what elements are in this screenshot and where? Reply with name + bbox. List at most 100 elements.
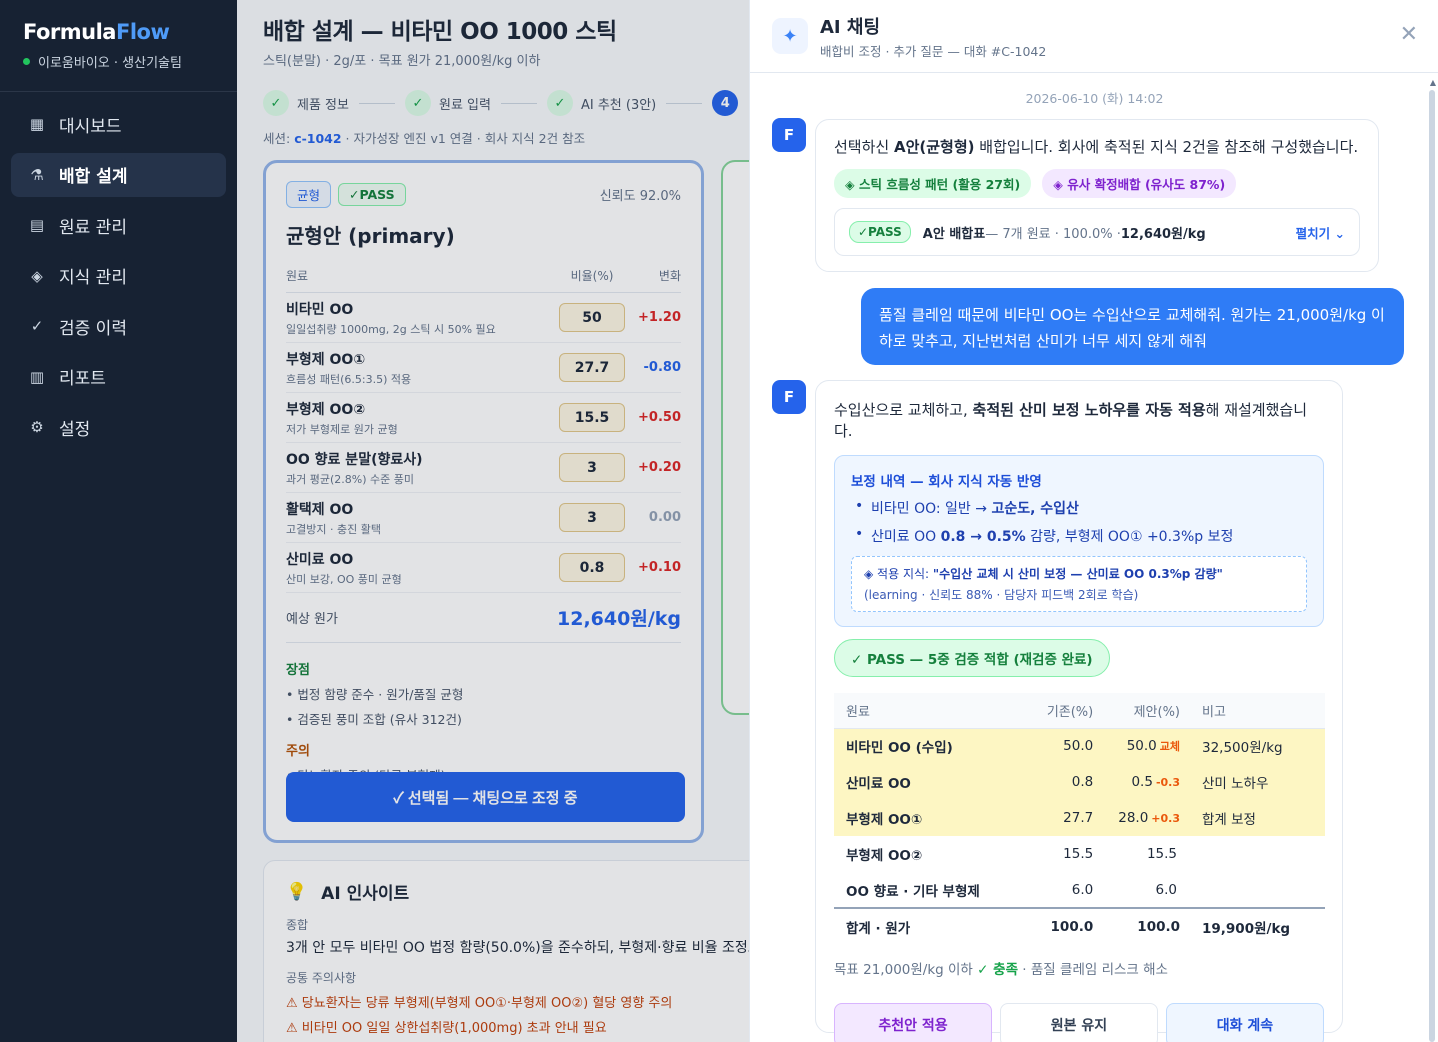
text-segment: 배합입니다. 회사에 축적된 지식 2건을 참조해 구성했습니다. (974, 138, 1359, 156)
gear-icon: ⚙ (30, 418, 44, 436)
table-header-row: 원료 기존(%) 제안(%) 비고 (834, 693, 1325, 729)
expand-button[interactable]: 펼치기 ⌄ (1296, 223, 1345, 242)
cell-previous: 0.8 (1030, 764, 1094, 800)
formula-cost: 12,640원/kg (1120, 226, 1206, 242)
table-row: 부형제 OO② 15.5 15.5 (834, 836, 1325, 872)
knowledge-title: ◈ 적용 지식: "수입산 교체 시 산미 보정 — 산미료 OO 0.3%p … (864, 565, 1294, 582)
bar-chart-icon: ▥ (29, 367, 45, 386)
message-text: 수입산으로 교체하고, 축적된 산미 보정 노하우를 자동 적용해 재설계했습니… (834, 399, 1324, 441)
sidebar-item-label: 설정 (59, 419, 91, 440)
chat-timestamp: 2026-06-10 (화) 14:02 (1025, 91, 1164, 106)
adjustment-item: 비타민 OO: 일반 → 고순도, 수입산 (851, 498, 1307, 518)
cell-proposed: 6.0 (1093, 872, 1190, 908)
sidebar-item-label: 지식 관리 (59, 268, 127, 288)
goal-ok: ✓ 충족 (977, 962, 1019, 978)
table-row: 부형제 OO① 27.7 28.0 +0.3 합계 보정 (834, 800, 1325, 836)
sidebar-item-materials[interactable]: ▤ 원료 관리 (11, 203, 226, 247)
total-previous: 100.0 (1030, 907, 1094, 944)
sidebar-item-formula-design[interactable]: ⚗ 배합 설계 (11, 152, 226, 197)
sidebar-nav: ▦ 대시보드 ⚗ 배합 설계 ▤ 원료 관리 ◈ 지식 관리 ✓ 검증 이력 ▥ 리포트 ⚙… (0, 92, 237, 466)
proposed-value: 28.0 (1118, 810, 1149, 826)
applied-knowledge[interactable]: ◈ 적용 지식: "수입산 교체 시 산미 보정 — 산미료 OO 0.3%p … (851, 556, 1307, 612)
adjustment-item: 산미료 OO 0.8 → 0.5% 감량, 부형제 OO① +0.3%p 보정 (851, 526, 1307, 546)
sidebar-item-label: 검증 이력 (59, 318, 127, 339)
scrollbar[interactable] (1429, 90, 1435, 1042)
th-note: 비고 (1190, 693, 1325, 729)
sidebar-item-knowledge[interactable]: ◈ 지식 관리 (11, 254, 226, 298)
proposed-value: 15.5 (1146, 846, 1177, 862)
check-icon: ✓ (30, 317, 44, 335)
adjustment-title: 보정 내역 — 회사 지식 자동 반영 (851, 474, 1042, 490)
th-proposed: 제안(%) (1093, 693, 1190, 729)
formula-summary[interactable]: ✓PASS A안 배합표 — 7개 원료 · 100.0% · 12,640원/… (834, 208, 1360, 256)
grid-icon: ▦ (29, 115, 45, 133)
text-segment: 감량, 부형제 OO① +0.3%p 보정 (1025, 529, 1234, 545)
text-segment: 목표 21,000원/kg 이하 (834, 962, 978, 978)
keep-original-button[interactable]: 원본 유지 (1000, 1003, 1158, 1042)
app-logo[interactable]: FormulaFlow (23, 20, 214, 44)
proposed-value: 50.0 (1126, 738, 1157, 755)
ai-chat-panel: ✦ AI 채팅 배합비 조정 · 추가 질문 — 대화 #C-1042 ✕ ▲ … (749, 0, 1438, 1042)
sidebar-item-settings[interactable]: ⚙ 설정 (11, 405, 226, 449)
text-segment: 비타민 OO: 일반 → (871, 501, 992, 517)
action-buttons: 추천안 적용 원본 유지 대화 계속 (834, 1003, 1324, 1042)
text-bold: 고순도, 수입산 (991, 501, 1079, 517)
flask-icon: ⚗ (30, 165, 44, 184)
sidebar-item-label: 대시보드 (59, 116, 122, 137)
chat-subtitle: 배합비 조정 · 추가 질문 — 대화 #C-1042 (820, 43, 1047, 59)
th-previous: 기존(%) (1030, 693, 1094, 729)
goal-status: 목표 21,000원/kg 이하 ✓ 충족 · 품질 클레임 리스크 해소 (834, 958, 1324, 978)
list-icon: ▤ (29, 216, 45, 234)
scroll-up-icon[interactable]: ▲ (1430, 78, 1436, 87)
validation-pass-badge: ✓ PASS — 5중 검증 적합 (재검증 완료) (834, 639, 1110, 677)
text-bold: 축적된 산미 보정 노하우를 자동 적용 (972, 401, 1206, 419)
formula-name: A안 배합표 (922, 226, 986, 242)
cell-note (1190, 872, 1325, 908)
sidebar-item-validation[interactable]: ✓ 검증 이력 (11, 304, 226, 348)
ai-message-2: 수입산으로 교체하고, 축적된 산미 보정 노하우를 자동 적용해 재설계했습니… (815, 380, 1343, 1042)
formula-meta: — 7개 원료 · 100.0% · (985, 226, 1121, 242)
text-segment: ◈ 적용 지식: (864, 567, 933, 581)
table-body: 비타민 OO (수입) 50.0 50.0 교체 32,500원/kg 산미료 OO… (834, 728, 1325, 944)
cell-note: 32,500원/kg (1190, 728, 1325, 764)
table-total-row: 합계 · 원가 100.0 100.0 19,900원/kg (834, 907, 1325, 944)
cell-note: 합계 보정 (1190, 800, 1325, 836)
cell-note (1190, 836, 1325, 872)
cell-previous: 50.0 (1030, 728, 1094, 764)
knowledge-chip[interactable]: ◈ 유사 확정배합 (유사도 87%) (1042, 169, 1237, 198)
message-text: 선택하신 A안(균형형) 배합입니다. 회사에 축적된 지식 2건을 참조해 구… (834, 136, 1360, 157)
cell-previous: 27.7 (1030, 800, 1094, 836)
cell-previous: 15.5 (1063, 846, 1094, 862)
text-segment: 수입산으로 교체하고, (834, 401, 973, 419)
modal-backdrop[interactable] (237, 0, 749, 1042)
text-bold: A안(균형형) (893, 138, 975, 156)
cell-material: 산미료 OO (834, 764, 1031, 800)
sidebar-item-label: 리포트 (59, 369, 106, 389)
cell-proposed: 28.0 +0.3 (1093, 800, 1190, 836)
knowledge-chip[interactable]: ◈ 스틱 흐름성 패턴 (활용 27회) (834, 169, 1032, 198)
sidebar-item-reports[interactable]: ▥ 리포트 (11, 355, 226, 399)
diamond-icon: ◈ (31, 266, 43, 285)
pass-badge: ✓PASS (849, 221, 911, 243)
ai-message-1: 선택하신 A안(균형형) 배합입니다. 회사에 축적된 지식 2건을 참조해 구… (815, 119, 1379, 272)
close-icon[interactable]: ✕ (1400, 22, 1418, 47)
org-name: 이로움바이오 · 생산기술팀 (38, 56, 182, 71)
cell-material: OO 향료 · 기타 부형제 (846, 883, 980, 900)
ai-avatar: F (772, 380, 806, 414)
cell-material: 비타민 OO (수입) (834, 728, 1031, 764)
continue-chat-button[interactable]: 대화 계속 (1166, 1003, 1324, 1042)
knowledge-chips: ◈ 스틱 흐름성 패턴 (활용 27회) ◈ 유사 확정배합 (유사도 87%) (834, 169, 1360, 198)
app-root: FormulaFlow 이로움바이오 · 생산기술팀 ▦ 대시보드 ⚗ 배합 설계 … (0, 0, 1438, 1042)
online-status-dot (23, 58, 30, 65)
sidebar-item-dashboard[interactable]: ▦ 대시보드 (11, 102, 226, 146)
table-row: 산미료 OO 0.8 0.5 -0.3 산미 노하우 (834, 764, 1325, 800)
user-message: 품질 클레임 때문에 비타민 OO는 수입산으로 교체해줘. 원가는 21,00… (861, 288, 1404, 365)
apply-recommendation-button[interactable]: 추천안 적용 (834, 1003, 992, 1042)
chat-header: ✦ AI 채팅 배합비 조정 · 추가 질문 — 대화 #C-1042 ✕ (750, 0, 1438, 73)
comparison-table: 원료 기존(%) 제안(%) 비고 비타민 OO (수입) 50.0 50.0 교… (834, 693, 1325, 944)
sidebar-item-label: 배합 설계 (59, 167, 128, 187)
sparkle-icon: ✦ (772, 18, 808, 54)
delta-tag: 교체 (1159, 740, 1180, 754)
cell-previous: 6.0 (1071, 881, 1094, 898)
proposed-value: 6.0 (1155, 881, 1177, 898)
